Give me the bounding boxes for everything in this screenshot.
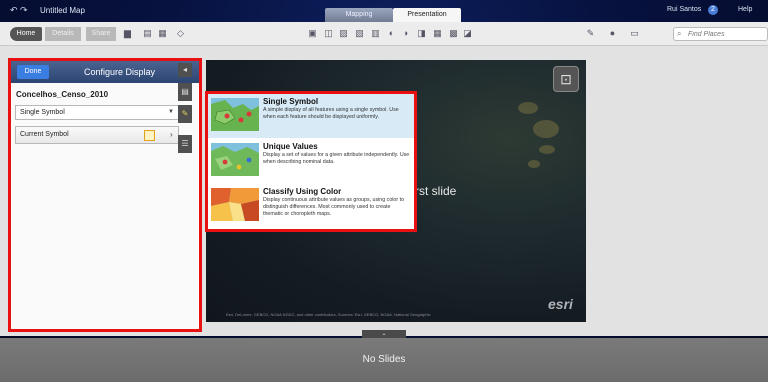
island xyxy=(539,145,555,154)
option-description: A simple display of all features using a… xyxy=(263,107,399,120)
layer-icon[interactable]: ◫ xyxy=(323,28,334,39)
measure-icon[interactable]: ◪ xyxy=(462,28,473,39)
basemap-icon[interactable]: ▦ xyxy=(157,28,168,39)
undo-redo-icons[interactable]: ↶ ↷ xyxy=(10,5,28,16)
panel-title: Configure Display xyxy=(84,67,156,77)
add-data-icon[interactable]: ▣ xyxy=(307,28,318,39)
option-description: Display a set of values for a given attr… xyxy=(263,152,410,165)
symbol-type-dropdown: Single Symbol A simple display of all fe… xyxy=(205,91,417,232)
option-classify-using-color[interactable]: Classify Using Color Display continuous … xyxy=(208,184,414,228)
classify-color-thumbnail xyxy=(211,188,259,221)
single-symbol-thumbnail xyxy=(211,98,259,131)
legend-icon[interactable]: ☰ xyxy=(178,135,192,153)
share-button[interactable]: Share xyxy=(86,27,116,41)
find-places-search[interactable]: ⌕ xyxy=(673,27,768,41)
grid-icon[interactable]: ▦ xyxy=(432,28,443,39)
option-title: Single Symbol xyxy=(263,97,319,106)
next-extent-icon[interactable]: ◑ xyxy=(400,28,411,39)
option-title: Classify Using Color xyxy=(263,187,342,196)
mode-tabs: Mapping Presentation xyxy=(325,8,461,22)
tab-presentation[interactable]: Presentation xyxy=(393,8,461,22)
symbol-type-value: Single Symbol xyxy=(20,109,65,116)
island xyxy=(518,102,538,114)
toolbar: Home Details Share ▆ ▤ ▦ ◇ ▣ ◫ ▨ ▧ ▥ ◐ ◑… xyxy=(0,22,768,46)
no-slides-message: No Slides xyxy=(362,354,406,365)
details-button[interactable]: Details xyxy=(45,27,81,41)
selection-icon[interactable]: ▩ xyxy=(448,28,459,39)
previous-extent-icon[interactable]: ◐ xyxy=(386,28,397,39)
configure-display-panel: Done Configure Display Concelhos_Censo_2… xyxy=(8,58,202,332)
panel-side-strip: ◂ ▤ ✎ ☰ xyxy=(178,63,192,163)
esri-logo: esri xyxy=(548,296,573,312)
lock-icon[interactable]: ⊡ xyxy=(553,66,579,92)
chevron-right-icon: › xyxy=(170,130,173,139)
search-icon: ⌕ xyxy=(677,29,682,38)
sketch-icon[interactable]: ◇ xyxy=(175,28,186,39)
chart-icon[interactable]: ▧ xyxy=(354,28,365,39)
done-button[interactable]: Done xyxy=(17,65,49,79)
option-single-symbol[interactable]: Single Symbol A simple display of all fe… xyxy=(208,94,414,138)
home-button[interactable]: Home xyxy=(10,27,42,41)
user-name[interactable]: Rui Santos xyxy=(667,6,701,13)
save-icon[interactable]: ▆ xyxy=(122,28,133,39)
current-symbol-button[interactable]: Current Symbol › xyxy=(15,126,179,144)
app-window: ↶ ↷ Untitled Map Mapping Presentation Ru… xyxy=(0,0,768,382)
edit-icon[interactable]: ✎ xyxy=(178,105,192,123)
layer-name: Concelhos_Censo_2010 xyxy=(16,90,109,99)
island xyxy=(533,120,559,138)
help-link[interactable]: Help xyxy=(738,6,752,13)
tab-mapping[interactable]: Mapping xyxy=(325,8,393,22)
collapse-arrow-icon[interactable]: ◂ xyxy=(178,63,192,77)
island xyxy=(528,160,540,168)
share-map-icon[interactable]: ▭ xyxy=(629,28,640,39)
zoom-icon[interactable]: ◨ xyxy=(416,28,427,39)
search-input[interactable] xyxy=(688,29,766,39)
chevron-down-icon: ⌄ xyxy=(381,331,387,337)
analysis-icon[interactable]: ▥ xyxy=(370,28,381,39)
chevron-down-icon: ▼ xyxy=(168,109,174,115)
symbol-swatch xyxy=(144,130,155,141)
slides-panel: No Slides xyxy=(0,338,768,382)
document-title: Untitled Map xyxy=(40,6,85,15)
symbol-type-select[interactable]: Single Symbol ▼ xyxy=(15,105,179,120)
map-attribution: Esri, DeLorme, GEBCO, NOAA NGDC, and oth… xyxy=(226,312,431,317)
table-icon[interactable]: ▨ xyxy=(338,28,349,39)
current-symbol-label: Current Symbol xyxy=(20,131,69,138)
style-icon[interactable]: ● xyxy=(607,28,618,39)
title-bar: ↶ ↷ Untitled Map Mapping Presentation Ru… xyxy=(0,0,768,22)
print-icon[interactable]: ▤ xyxy=(142,28,153,39)
draw-icon[interactable]: ✎ xyxy=(585,28,596,39)
notification-badge[interactable]: 2 xyxy=(708,5,718,15)
panel-header: Done Configure Display xyxy=(11,61,199,83)
layers-icon[interactable]: ▤ xyxy=(178,83,192,101)
option-unique-values[interactable]: Unique Values Display a set of values fo… xyxy=(208,139,414,183)
slides-collapse-toggle[interactable]: ⌄ xyxy=(362,330,406,338)
unique-values-thumbnail xyxy=(211,143,259,176)
option-title: Unique Values xyxy=(263,142,318,151)
option-description: Display continuous attribute values as g… xyxy=(263,197,405,217)
